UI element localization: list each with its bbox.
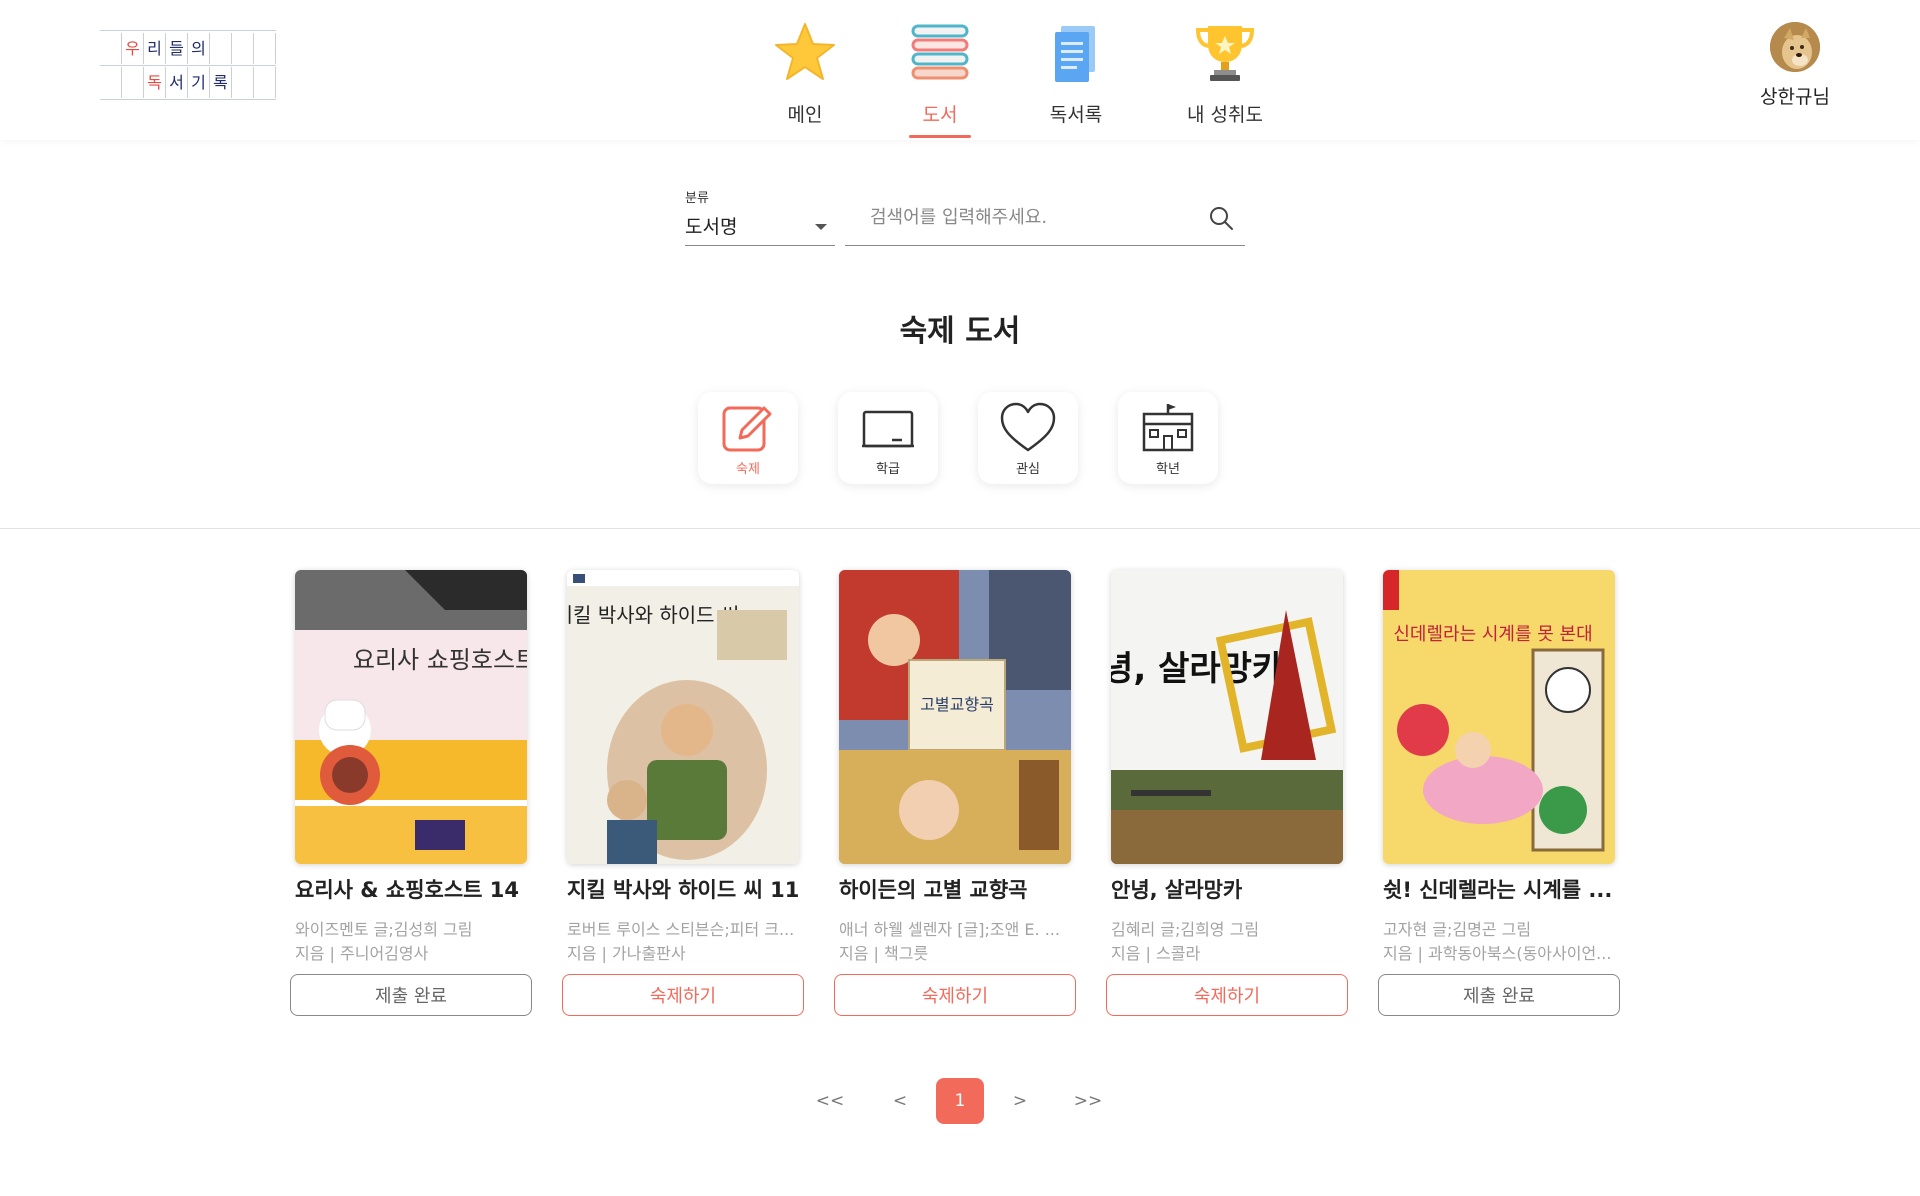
next-page-button[interactable]: > (1000, 1078, 1040, 1124)
section-title: 숙제 도서 (899, 314, 1021, 349)
book-cover[interactable]: 신데렐라는 시계를 못 본대 (1383, 570, 1615, 864)
document-icon (1055, 26, 1095, 82)
category-label: 분류 (685, 191, 709, 206)
nav-label: 도서 (922, 104, 958, 126)
first-page-button[interactable]: << (810, 1078, 850, 1124)
book-cover[interactable]: 지킬 박사와 하이드 씨 (567, 570, 799, 864)
submitted-button[interactable]: 제출 완료 (290, 974, 532, 1016)
book-title[interactable]: 안녕, 살라망카 (1111, 874, 1351, 904)
do-homework-button[interactable]: 숙제하기 (834, 974, 1076, 1016)
book-publisher: 지음 | 가나출판사 (567, 944, 686, 963)
dog-avatar (1770, 22, 1820, 72)
category-value: 도서명 (685, 216, 738, 238)
nav-label: 내 성취도 (1187, 104, 1263, 126)
nav-item-books[interactable]: 도서 (900, 18, 980, 138)
category-select[interactable]: 분류 도서명 (685, 180, 835, 246)
do-homework-button[interactable]: 숙제하기 (1106, 974, 1348, 1016)
cover-title: 지킬 박사와 하이드 씨 (567, 603, 739, 627)
book-title[interactable]: 하이든의 고별 교향곡 (839, 874, 1079, 904)
logo-char: 록 (210, 67, 232, 98)
cover-title: 안녕, 살라망카 (1111, 649, 1283, 689)
trophy-icon (1195, 26, 1255, 81)
user-profile[interactable]: 상한규님 (1740, 22, 1850, 109)
book-card: 고별교향곡 하이든의 고별 교향곡 애너 하웰 셀렌자 [글];조앤 E. ..… (834, 570, 1084, 1020)
logo-char: 독 (144, 67, 166, 98)
nav-item-reading-log[interactable]: 독서록 (1030, 18, 1122, 138)
top-header: 우 리 들 의 독 서 기 록 메인 도서 독서록 내 성취도 상한규님 (0, 0, 1920, 140)
main-nav: 메인 도서 독서록 내 성취도 (740, 18, 1280, 138)
logo-char: 기 (188, 67, 210, 98)
nav-label: 독서록 (1049, 104, 1103, 126)
book-card: 신데렐라는 시계를 못 본대 쉿! 신데렐라는 시계를 ... 고자현 글;김명… (1378, 570, 1628, 1020)
user-name: 상한규님 (1760, 86, 1830, 108)
logo-char: 의 (188, 33, 210, 64)
book-author: 고자현 글;김명곤 그림 (1383, 920, 1532, 939)
book-author: 로버트 루이스 스티븐슨;피터 크... (567, 920, 795, 939)
nav-item-achievement[interactable]: 내 성취도 (1170, 18, 1280, 138)
filter-label: 학년 (1156, 462, 1180, 477)
filter-label: 관심 (1016, 462, 1040, 477)
book-author: 와이즈멘토 글;김성희 그림 (295, 920, 473, 939)
cover-title: 고별교향곡 (920, 695, 994, 714)
cover-title: 요리사 쇼핑호스트 (353, 646, 527, 674)
filter-interest[interactable]: 관심 (978, 392, 1078, 484)
filter-grade[interactable]: 학년 (1118, 392, 1218, 484)
search-area: 분류 도서명 (685, 180, 1245, 250)
book-publisher: 지음 | 책그릇 (839, 944, 929, 963)
filter-label: 학급 (876, 462, 900, 477)
book-title[interactable]: 지킬 박사와 하이드 씨 11 (567, 874, 807, 904)
logo-char: 우 (122, 33, 144, 64)
section-divider (0, 528, 1920, 529)
book-cover[interactable]: 안녕, 살라망카 (1111, 570, 1343, 864)
logo-char: 서 (166, 67, 188, 98)
submitted-button[interactable]: 제출 완료 (1378, 974, 1620, 1016)
book-card: 안녕, 살라망카 안녕, 살라망카 김혜리 글;김희영 그림 지음 | 스콜라 … (1106, 570, 1356, 1020)
book-list: 요리사 쇼핑호스트 요리사 & 쇼핑호스트 14 와이즈멘토 글;김성희 그림 … (290, 570, 1630, 1020)
prev-page-button[interactable]: < (880, 1078, 920, 1124)
heart-icon (1000, 402, 1056, 452)
search-input[interactable] (845, 200, 1195, 234)
blackboard-icon (862, 410, 914, 448)
edit-icon (722, 406, 772, 452)
do-homework-button[interactable]: 숙제하기 (562, 974, 804, 1016)
logo-row-1: 우 리 들 의 (100, 33, 276, 64)
book-publisher: 지음 | 스콜라 (1111, 944, 1201, 963)
book-card: 지킬 박사와 하이드 씨 지킬 박사와 하이드 씨 11 로버트 루이스 스티븐… (562, 570, 812, 1020)
book-title[interactable]: 쉿! 신데렐라는 시계를 ... (1383, 874, 1623, 904)
book-author: 김혜리 글;김희영 그림 (1111, 920, 1260, 939)
search-box (845, 180, 1245, 246)
book-publisher: 지음 | 주니어김영사 (295, 944, 429, 963)
filter-label: 숙제 (736, 462, 760, 477)
nav-label: 메인 (787, 104, 823, 126)
last-page-button[interactable]: >> (1068, 1078, 1108, 1124)
star-icon (775, 23, 835, 80)
book-publisher: 지음 | 과학동아북스(동아사이언... (1383, 944, 1612, 963)
cover-title: 신데렐라는 시계를 못 본대 (1393, 624, 1592, 645)
filter-group: 숙제 학급 관심 학년 (698, 392, 1222, 484)
filter-class[interactable]: 학급 (838, 392, 938, 484)
books-icon (911, 24, 969, 80)
filter-homework[interactable]: 숙제 (698, 392, 798, 484)
site-logo[interactable]: 우 리 들 의 독 서 기 록 (100, 30, 276, 102)
book-card: 요리사 쇼핑호스트 요리사 & 쇼핑호스트 14 와이즈멘토 글;김성희 그림 … (290, 570, 540, 1020)
search-icon[interactable] (1207, 204, 1235, 232)
page-button-current[interactable]: 1 (936, 1078, 984, 1124)
caret-down-icon (815, 224, 827, 230)
logo-row-2: 독 서 기 록 (100, 67, 276, 98)
pagination: << < 1 > >> (800, 1078, 1120, 1124)
book-cover[interactable]: 요리사 쇼핑호스트 (295, 570, 527, 864)
logo-char: 들 (166, 33, 188, 64)
book-cover[interactable]: 고별교향곡 (839, 570, 1071, 864)
nav-item-main[interactable]: 메인 (765, 18, 845, 138)
active-underline (909, 135, 971, 138)
book-title[interactable]: 요리사 & 쇼핑호스트 14 (295, 874, 535, 904)
book-author: 애너 하웰 셀렌자 [글];조앤 E. ... (839, 920, 1060, 939)
logo-char: 리 (144, 33, 166, 64)
school-icon (1142, 404, 1194, 452)
